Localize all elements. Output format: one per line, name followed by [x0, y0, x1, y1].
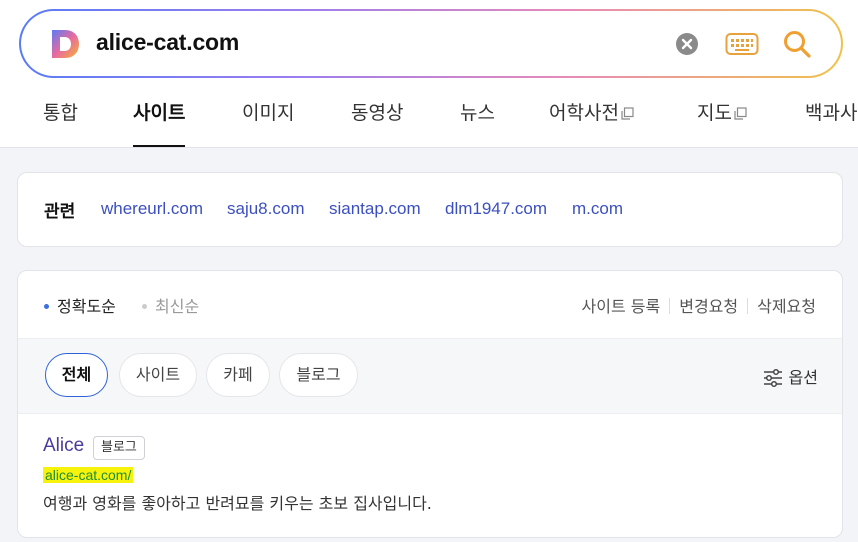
divider — [747, 298, 749, 314]
result-description: 여행과 영화를 좋아하고 반려묘를 키우는 초보 집사입니다. — [43, 494, 432, 513]
keyboard-icon[interactable] — [725, 31, 759, 57]
filter-blog-chip[interactable]: 블로그 — [279, 353, 358, 397]
sliders-icon — [763, 368, 782, 388]
external-window-icon — [734, 107, 747, 120]
related-link[interactable]: saju8.com — [227, 199, 304, 219]
related-link[interactable]: siantap.com — [329, 199, 421, 219]
sort-latest[interactable]: 최신순 — [142, 293, 199, 317]
search-icon[interactable] — [781, 28, 813, 60]
search-box-inner: alice-cat.com — [21, 11, 841, 76]
tab-video[interactable]: 동영상 — [351, 98, 403, 146]
filter-cafe-chip[interactable]: 카페 — [206, 353, 270, 397]
inactive-dot — [142, 304, 147, 309]
filter-site-chip[interactable]: 사이트 — [119, 353, 197, 397]
tab-integrated[interactable]: 통합 — [43, 98, 78, 146]
result-type-badge: 블로그 — [93, 436, 145, 460]
header: alice-cat.com 통합 사이트 이미지 동영상 뉴스 어학사전 지도 … — [0, 0, 858, 148]
daum-logo-icon[interactable] — [49, 28, 81, 60]
filter-bar: 전체 사이트 카페 블로그 옵션 — [18, 338, 842, 414]
tab-news[interactable]: 뉴스 — [460, 98, 495, 146]
site-actions: 사이트 등록 변경요청 삭제요청 — [582, 293, 816, 317]
options-button[interactable]: 옵션 — [763, 364, 818, 388]
related-link[interactable]: m.com — [572, 199, 623, 219]
related-link[interactable]: whereurl.com — [101, 199, 203, 219]
tab-image[interactable]: 이미지 — [242, 98, 294, 146]
results-card: 정확도순 최신순 사이트 등록 변경요청 삭제요청 전체 사이트 카페 블로그 옵션… — [17, 270, 843, 538]
result-title-link[interactable]: Alice — [43, 435, 84, 457]
active-dot — [44, 304, 49, 309]
result-url-link[interactable]: alice-cat.com/ — [43, 467, 134, 483]
tab-encyclopedia[interactable]: 백과사전 — [805, 98, 858, 146]
divider — [669, 298, 671, 314]
related-sites-card: 관련 whereurl.com saju8.com siantap.com dl… — [17, 172, 843, 247]
change-request-link[interactable]: 변경요청 — [679, 297, 738, 316]
register-site-link[interactable]: 사이트 등록 — [582, 297, 661, 316]
related-label: 관련 — [44, 202, 76, 222]
related-link[interactable]: dlm1947.com — [445, 199, 547, 219]
tab-map[interactable]: 지도 — [697, 98, 747, 146]
sort-accuracy[interactable]: 정확도순 — [44, 293, 116, 317]
tab-dictionary[interactable]: 어학사전 — [549, 98, 634, 146]
delete-request-link[interactable]: 삭제요청 — [757, 297, 816, 316]
search-input[interactable]: alice-cat.com — [96, 29, 239, 56]
clear-icon[interactable] — [675, 32, 699, 56]
search-tabs: 통합 사이트 이미지 동영상 뉴스 어학사전 지도 백과사전 — [0, 92, 858, 148]
search-box: alice-cat.com — [19, 9, 843, 78]
tab-site[interactable]: 사이트 — [133, 98, 186, 147]
external-window-icon — [621, 107, 634, 120]
filter-all-chip[interactable]: 전체 — [45, 353, 108, 397]
